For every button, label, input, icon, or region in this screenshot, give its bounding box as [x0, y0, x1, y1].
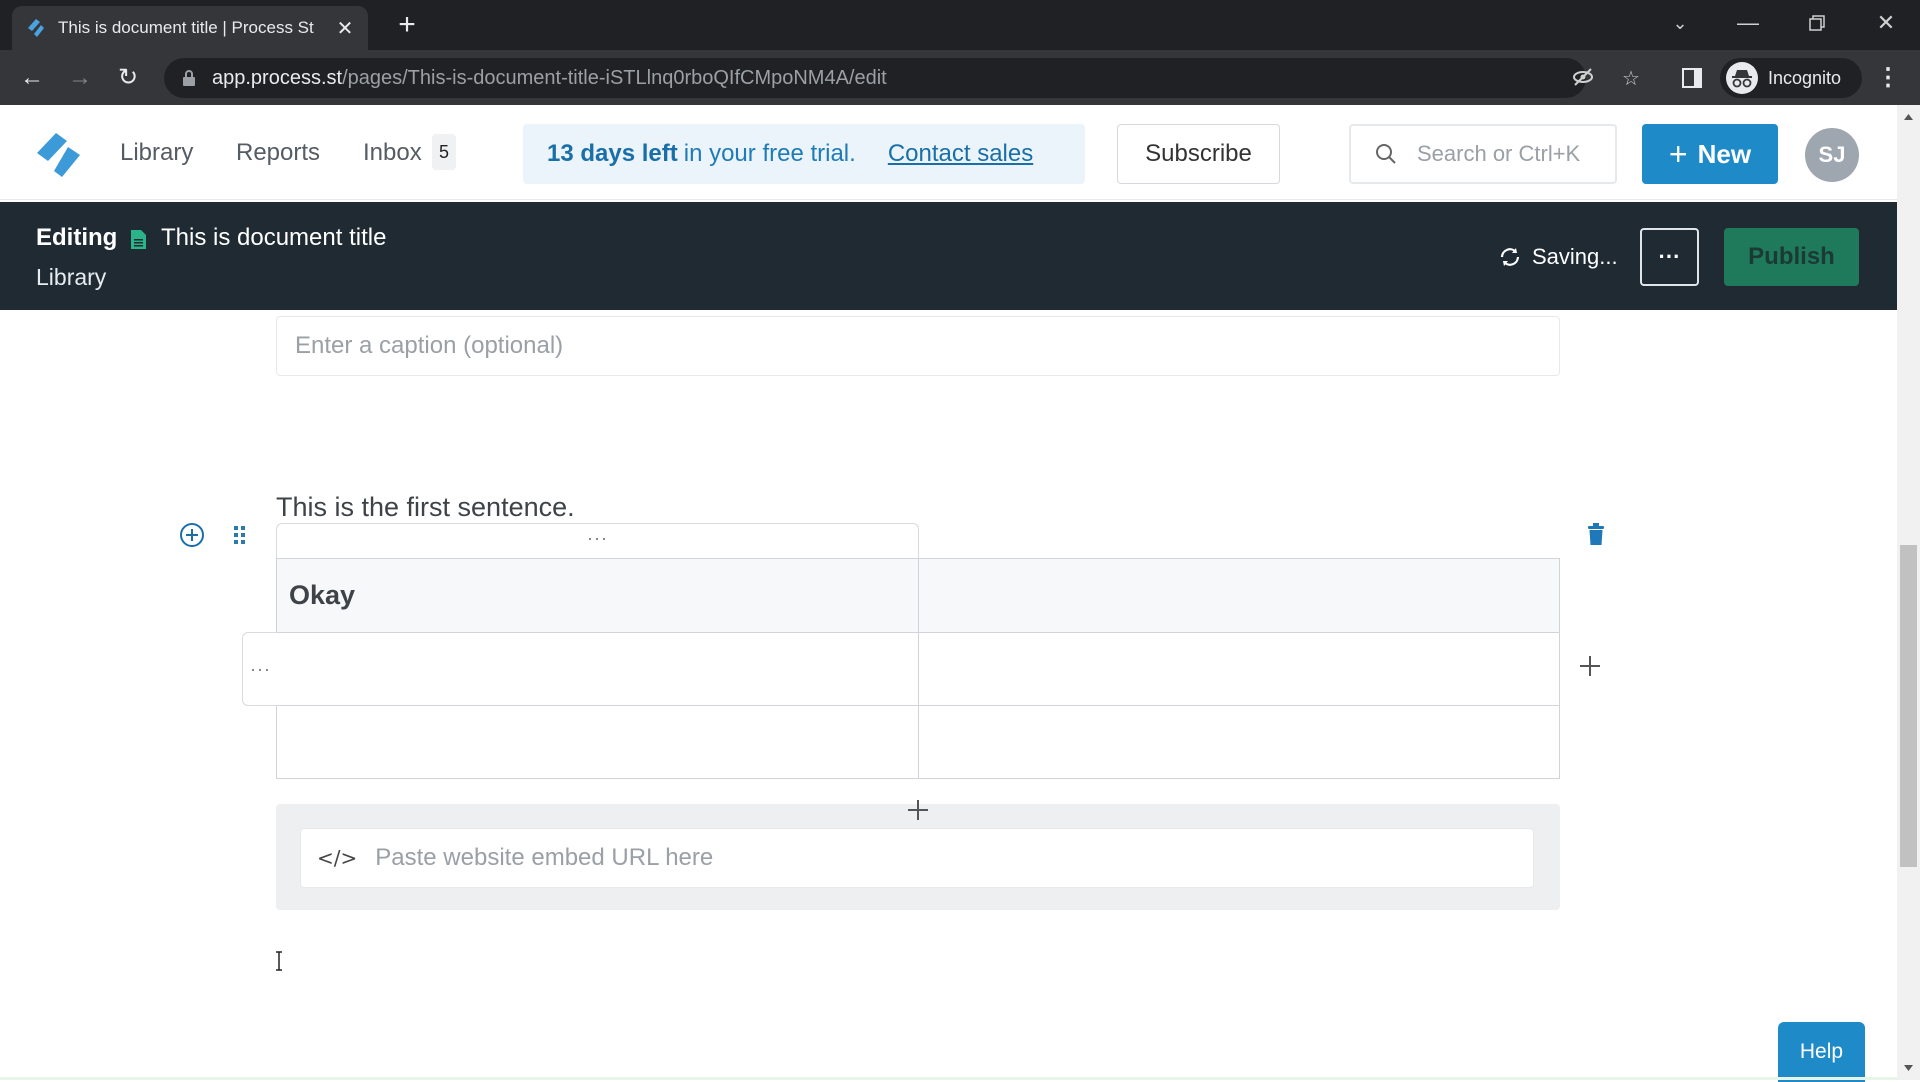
browser-tab-strip: This is document title | Process St ✕ + …	[0, 0, 1920, 50]
embed-placeholder: Paste website embed URL here	[375, 844, 714, 871]
close-window-icon[interactable]: ✕	[1866, 6, 1906, 40]
trial-text: in your free trial.	[683, 140, 856, 167]
new-button[interactable]: + New	[1642, 124, 1778, 184]
breadcrumb-library[interactable]: Library	[36, 264, 106, 291]
table-block: Okay	[276, 558, 1561, 779]
search-icon	[1376, 144, 1396, 164]
saving-text: Saving...	[1532, 244, 1618, 269]
url-host: app.process.st	[212, 66, 343, 89]
contact-sales-link[interactable]: Contact sales	[888, 140, 1033, 168]
restore-icon[interactable]	[1797, 6, 1837, 40]
incognito-icon	[1726, 62, 1758, 94]
browser-toolbar: ← → ↻ app.process.st/pages/This-is-docum…	[0, 50, 1920, 105]
text-block[interactable]: This is the first sentence.	[276, 492, 575, 523]
table-cell[interactable]	[917, 705, 1561, 779]
eye-slash-icon[interactable]	[1570, 66, 1596, 92]
nav-library[interactable]: Library	[120, 139, 193, 167]
table-row	[276, 632, 1561, 706]
browser-tab[interactable]: This is document title | Process St ✕	[12, 6, 368, 50]
help-button[interactable]: Help	[1778, 1022, 1865, 1082]
table-cell[interactable]	[276, 632, 919, 706]
table-cell[interactable]	[917, 632, 1561, 706]
more-options-button[interactable]: ···	[1640, 228, 1699, 286]
row-options-handle[interactable]: ···	[242, 632, 278, 706]
table-cell[interactable]	[917, 558, 1561, 633]
text-cursor-icon	[276, 951, 282, 971]
document-title[interactable]: This is document title	[161, 224, 386, 252]
url-path: /pages/This-is-document-title-iSTLlnq0rb…	[342, 66, 887, 89]
tab-title: This is document title | Process St	[58, 18, 314, 37]
lock-icon	[183, 70, 195, 86]
subscribe-button[interactable]: Subscribe	[1117, 124, 1280, 184]
tab-search-chevron-icon[interactable]: ⌄	[1660, 6, 1700, 40]
process-street-favicon-icon	[28, 19, 44, 37]
plus-icon: +	[1668, 135, 1688, 172]
page-scrollbar[interactable]	[1897, 105, 1920, 1080]
add-row-icon[interactable]	[907, 799, 929, 821]
forward-icon[interactable]: →	[62, 60, 98, 96]
new-tab-button[interactable]: +	[392, 8, 422, 42]
new-button-label: New	[1697, 138, 1752, 169]
drag-handle-icon[interactable]	[233, 524, 247, 546]
nav-reports[interactable]: Reports	[236, 139, 320, 167]
user-avatar[interactable]: SJ	[1805, 128, 1859, 182]
trial-banner: 13 days left in your free trial. Contact…	[523, 124, 1085, 184]
incognito-profile-button[interactable]: Incognito	[1720, 58, 1862, 98]
scroll-down-arrow-icon[interactable]	[1897, 1060, 1920, 1076]
scroll-up-arrow-icon[interactable]	[1897, 109, 1920, 125]
caption-input[interactable]: Enter a caption (optional)	[276, 316, 1560, 376]
editing-mode-label: Editing	[36, 224, 118, 251]
document-icon	[131, 230, 146, 249]
reload-icon[interactable]: ↻	[110, 60, 146, 96]
star-icon[interactable]: ☆	[1618, 66, 1644, 92]
add-block-icon[interactable]	[179, 522, 205, 548]
embed-url-input[interactable]: </> Paste website embed URL here	[300, 828, 1534, 888]
sync-icon	[1500, 248, 1520, 266]
column-options-handle[interactable]: ···	[276, 523, 919, 559]
search-placeholder: Search or Ctrl+K	[1417, 141, 1581, 166]
trial-days-left: 13 days left	[547, 140, 678, 167]
saving-status: Saving...	[1498, 244, 1618, 270]
inbox-count-badge: 5	[432, 134, 456, 170]
process-street-logo[interactable]	[34, 131, 84, 177]
code-icon: </>	[317, 846, 358, 870]
table-row: Okay	[276, 558, 1561, 633]
kebab-menu-icon[interactable]: ⋮	[1870, 60, 1906, 96]
address-bar[interactable]: app.process.st/pages/This-is-document-ti…	[164, 58, 1640, 98]
search-input[interactable]: Search or Ctrl+K	[1349, 124, 1617, 184]
trash-icon[interactable]	[1587, 523, 1605, 545]
add-column-icon[interactable]	[1579, 655, 1601, 677]
table-cell[interactable]: Okay	[276, 558, 919, 633]
back-icon[interactable]: ←	[14, 60, 50, 96]
app-header: Library Reports Inbox 5 13 days left in …	[0, 105, 1897, 200]
profile-label: Incognito	[1768, 67, 1842, 88]
nav-inbox[interactable]: Inbox	[363, 139, 422, 167]
table-row	[276, 705, 1561, 779]
side-panel-icon[interactable]	[1674, 60, 1710, 96]
editor-bar: Editing This is document title Library S…	[0, 202, 1897, 310]
scrollbar-thumb[interactable]	[1900, 545, 1917, 867]
publish-button[interactable]: Publish	[1724, 228, 1859, 286]
table-cell[interactable]	[276, 705, 919, 779]
close-tab-icon[interactable]: ✕	[334, 16, 356, 41]
minimize-icon[interactable]: —	[1728, 6, 1768, 40]
